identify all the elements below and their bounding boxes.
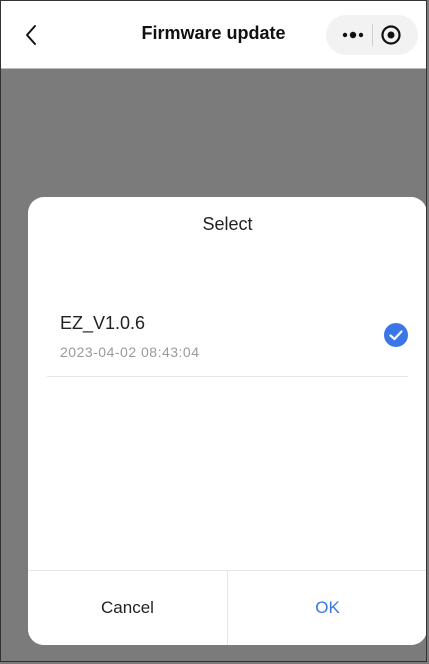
firmware-option[interactable]: EZ_V1.0.6 2023-04-02 08:43:04	[47, 293, 408, 377]
more-dots-icon	[342, 31, 363, 39]
top-navbar: Firmware update	[1, 1, 426, 69]
checkmark-icon	[389, 329, 403, 340]
more-button[interactable]	[334, 15, 372, 55]
selected-check	[384, 323, 408, 347]
screen: Firmware update Select EZ_V1.0.6 2023-04…	[0, 0, 427, 662]
firmware-version: EZ_V1.0.6	[60, 313, 146, 333]
menu-capsule	[326, 15, 418, 55]
select-dialog: Select EZ_V1.0.6 2023-04-02 08:43:04 Can…	[28, 197, 426, 645]
ok-button[interactable]: OK	[228, 571, 426, 645]
close-miniprogram-button[interactable]	[373, 15, 411, 55]
dialog-actions: Cancel OK	[28, 570, 426, 645]
dialog-title: Select	[202, 214, 253, 234]
target-icon	[381, 25, 401, 45]
firmware-date: 2023-04-02 08:43:04	[60, 344, 200, 360]
cancel-button[interactable]: Cancel	[28, 571, 228, 645]
